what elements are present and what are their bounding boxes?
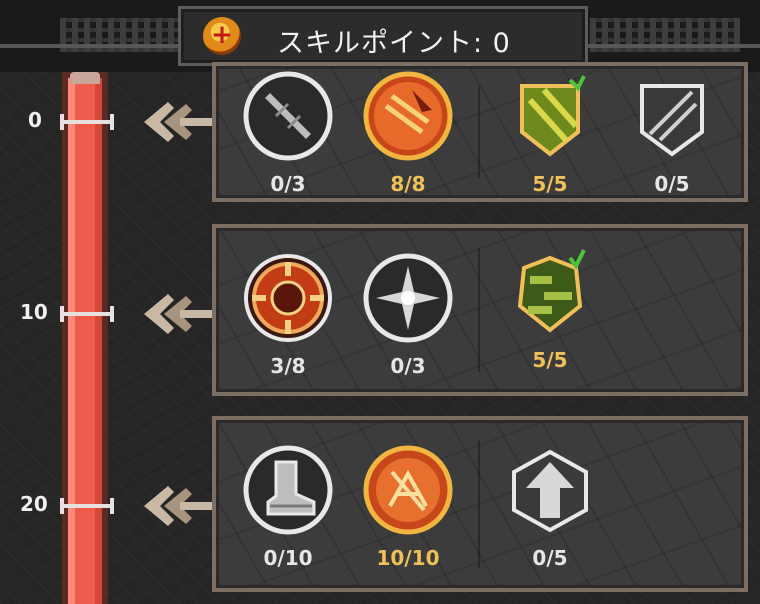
camo-shield-icon bbox=[517, 249, 586, 333]
level-tick-label-10: 10 bbox=[20, 300, 48, 324]
level-tick-label-0: 0 bbox=[28, 108, 42, 132]
skill-slot[interactable]: 0/3 bbox=[358, 252, 458, 378]
tier-divider bbox=[478, 248, 480, 372]
skill-slot[interactable]: 5/5 bbox=[500, 246, 600, 372]
level-bar-fill bbox=[68, 78, 102, 604]
skill-point-coin-icon: + bbox=[203, 17, 241, 55]
fire-rune-icon bbox=[363, 445, 453, 535]
skill-level-count: 0/3 bbox=[390, 354, 426, 378]
skill-level-count: 0/5 bbox=[532, 546, 568, 570]
skill-level-count: 0/5 bbox=[654, 172, 690, 196]
bone-shield-icon bbox=[640, 84, 704, 157]
skill-slot[interactable]: 3/8 bbox=[238, 252, 338, 378]
fire-crosshair-icon bbox=[244, 254, 332, 342]
skill-tier-panel-1: 0/3 8/8 5/5 0/5 bbox=[212, 62, 748, 202]
level-tick-20 bbox=[60, 498, 114, 514]
skill-points-header: + スキルポイント: 0 bbox=[178, 6, 588, 66]
skill-slot[interactable]: 0/5 bbox=[500, 444, 600, 570]
star-burst-icon bbox=[363, 253, 453, 343]
skill-slot[interactable]: 0/10 bbox=[238, 444, 338, 570]
skill-level-count: 5/5 bbox=[532, 348, 568, 372]
skill-level-count: 3/8 bbox=[270, 354, 306, 378]
skill-slot[interactable]: 10/10 bbox=[358, 444, 458, 570]
skill-level-count: 5/5 bbox=[532, 172, 568, 196]
level-tick-label-20: 20 bbox=[20, 492, 48, 516]
skill-tier-panel-3: 0/10 10/10 0/5 bbox=[212, 416, 748, 592]
skill-tier-panel-2: 3/8 0/3 5/5 bbox=[212, 224, 748, 396]
tier-arrow-icon bbox=[144, 486, 220, 526]
tier-arrow-icon bbox=[144, 294, 220, 334]
skill-slot[interactable]: 5/5 bbox=[500, 70, 600, 196]
flame-strike-icon bbox=[363, 71, 453, 161]
level-bar-cap bbox=[70, 72, 100, 84]
sword-icon bbox=[243, 71, 333, 161]
skill-slot[interactable]: 0/3 bbox=[238, 70, 338, 196]
tier-divider bbox=[478, 440, 480, 568]
skill-points-label: スキルポイント: 0 bbox=[277, 28, 511, 59]
skill-level-count: 0/10 bbox=[263, 546, 313, 570]
level-tick-0 bbox=[60, 114, 114, 130]
arrow-up-hex-icon bbox=[512, 449, 588, 533]
tier-divider bbox=[478, 86, 480, 178]
skill-slot[interactable]: 8/8 bbox=[358, 70, 458, 196]
skill-level-count: 0/3 bbox=[270, 172, 306, 196]
skill-slot[interactable]: 0/5 bbox=[622, 70, 722, 196]
tier-arrow-icon bbox=[144, 102, 220, 142]
level-tick-10 bbox=[60, 306, 114, 322]
boot-icon bbox=[243, 445, 333, 535]
skill-level-count: 10/10 bbox=[376, 546, 440, 570]
striped-shield-icon bbox=[520, 75, 586, 157]
skill-level-count: 8/8 bbox=[390, 172, 426, 196]
